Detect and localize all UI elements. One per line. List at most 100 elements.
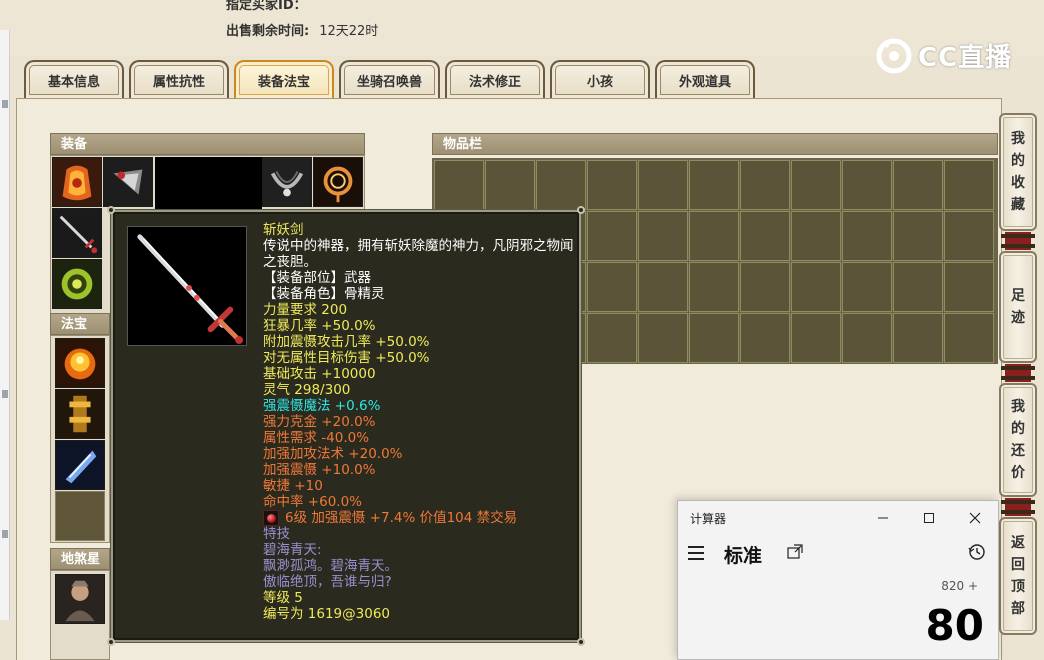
necklace-icon: [263, 158, 311, 206]
item-role: 【装备角色】骨精灵: [263, 286, 385, 302]
tab-mounts-pets[interactable]: 坐骑召唤兽: [339, 60, 441, 98]
inventory-cell[interactable]: [944, 160, 994, 210]
hamburger-menu-icon[interactable]: [688, 541, 710, 565]
close-button[interactable]: [952, 505, 998, 531]
stat-line-bonus: 属性需求 -40.0%: [263, 430, 370, 446]
keep-on-top-button[interactable]: [786, 543, 808, 565]
footprint-button[interactable]: 足 迹: [999, 251, 1037, 363]
fabao-header: 法宝: [50, 313, 110, 335]
tab-attributes[interactable]: 属性抗性: [129, 60, 229, 98]
inventory-cell[interactable]: [791, 160, 841, 210]
my-favorites-button[interactable]: 我 的 收 藏: [999, 113, 1037, 231]
inventory-cell[interactable]: [842, 160, 892, 210]
side-connector: [1001, 498, 1035, 516]
stat-line: 狂暴几率 +50.0%: [263, 318, 376, 334]
inventory-cell[interactable]: [587, 160, 637, 210]
inventory-cell[interactable]: [740, 262, 790, 312]
tab-spell-correction[interactable]: 法术修正: [445, 60, 546, 98]
side-connector: [1001, 364, 1035, 382]
tab-child[interactable]: 小孩: [550, 60, 651, 98]
sale-time-label: 出售剩余时间:: [226, 24, 310, 39]
inventory-cell[interactable]: [791, 211, 841, 261]
crystal-claw-icon: [56, 441, 104, 489]
tooltip-corner: [107, 206, 115, 214]
inventory-cell[interactable]: [536, 160, 586, 210]
inventory-cell[interactable]: [842, 262, 892, 312]
fabao-slot-1[interactable]: [55, 338, 105, 388]
inventory-cell[interactable]: [944, 211, 994, 261]
side-connector: [1001, 232, 1035, 250]
equip-slot-shoes[interactable]: [52, 259, 102, 309]
inventory-cell[interactable]: [638, 262, 688, 312]
inventory-cell[interactable]: [842, 313, 892, 363]
calculator-display: 80: [925, 601, 984, 650]
tab-basic-info[interactable]: 基本信息: [24, 60, 124, 98]
inventory-cell[interactable]: [791, 313, 841, 363]
history-button[interactable]: [968, 543, 990, 565]
minimize-icon: [878, 517, 888, 519]
inventory-cell[interactable]: [842, 211, 892, 261]
inventory-cell[interactable]: [638, 313, 688, 363]
equip-slot-necklace[interactable]: [262, 157, 312, 207]
inventory-cell[interactable]: [893, 313, 943, 363]
inventory-cell[interactable]: [740, 160, 790, 210]
back-to-top-button[interactable]: 返 回 顶 部: [999, 517, 1037, 635]
side-button-char: 的: [1011, 421, 1025, 437]
close-icon: [969, 512, 981, 524]
inventory-cell[interactable]: [791, 262, 841, 312]
inventory-cell[interactable]: [689, 262, 739, 312]
tooltip-corner: [577, 638, 585, 646]
character-preview: [155, 157, 262, 209]
tooltip-corner: [107, 638, 115, 646]
inventory-cell[interactable]: [893, 211, 943, 261]
tab-appearance[interactable]: 外观道具: [655, 60, 756, 98]
my-counteroffer-button[interactable]: 我 的 还 价: [999, 383, 1037, 497]
inventory-cell[interactable]: [689, 211, 739, 261]
inventory-cell[interactable]: [893, 160, 943, 210]
side-button-char: 足: [1011, 288, 1025, 304]
tab-label: 法术修正: [469, 74, 522, 90]
inventory-cell[interactable]: [638, 160, 688, 210]
calculator-titlebar[interactable]: 计算器: [678, 501, 998, 533]
inventory-cell[interactable]: [944, 313, 994, 363]
inventory-cell[interactable]: [740, 313, 790, 363]
tab-label: 属性抗性: [152, 74, 205, 90]
inventory-cell[interactable]: [485, 160, 535, 210]
inventory-cell[interactable]: [587, 211, 637, 261]
inventory-cell[interactable]: [638, 211, 688, 261]
inventory-cell[interactable]: [944, 262, 994, 312]
side-button-char: 还: [1011, 443, 1025, 459]
tooltip-corner: [577, 206, 585, 214]
sale-time-value: 12天22时: [319, 24, 379, 39]
calculator-mode: 标准: [724, 545, 763, 567]
logo-text: CC直播: [918, 42, 1013, 73]
fabao-slot-2[interactable]: [55, 389, 105, 439]
inventory-cell[interactable]: [689, 160, 739, 210]
tab-equipment[interactable]: 装备法宝: [234, 60, 334, 98]
browser-left-edge: [0, 30, 10, 620]
cc-logo-icon: [876, 38, 912, 74]
equip-slot-armor[interactable]: [52, 157, 102, 207]
item-image: [127, 226, 247, 346]
inventory-cell[interactable]: [893, 262, 943, 312]
equip-slot-weapon[interactable]: [52, 208, 102, 258]
inventory-cell[interactable]: [587, 262, 637, 312]
calculator-window: 计算器 标准 820 + 80: [677, 500, 999, 660]
gem-text: 6级 加强震慑 +7.4% 价值104 禁交易: [285, 510, 518, 526]
star-slot-1[interactable]: [55, 574, 105, 624]
side-button-char: 我: [1011, 399, 1025, 415]
inventory-cell[interactable]: [689, 313, 739, 363]
maximize-button[interactable]: [906, 505, 952, 531]
equip-slot-accessory[interactable]: [103, 157, 153, 207]
equipment-header: 装备: [50, 133, 365, 155]
inventory-cell[interactable]: [740, 211, 790, 261]
tab-label: 装备法宝: [257, 74, 310, 90]
side-button-char: 顶: [1011, 579, 1025, 595]
fabao-slot-3[interactable]: [55, 440, 105, 490]
skill-line: 飘渺孤鸿。碧海青天。: [263, 558, 398, 574]
inventory-cell[interactable]: [434, 160, 484, 210]
inventory-cell[interactable]: [587, 313, 637, 363]
equip-slot-belt[interactable]: [313, 157, 363, 207]
fabao-slot-4[interactable]: [55, 491, 105, 541]
minimize-button[interactable]: [860, 505, 906, 531]
